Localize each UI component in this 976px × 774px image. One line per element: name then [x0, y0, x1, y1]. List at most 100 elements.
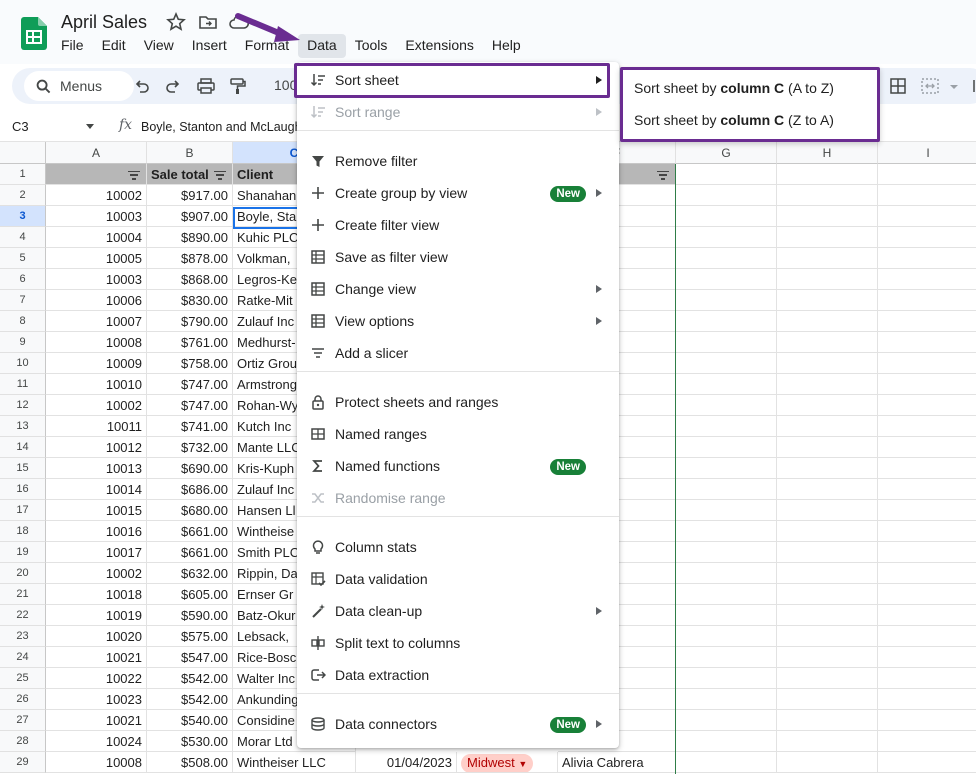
cell-a[interactable]: 10004: [46, 227, 147, 248]
cell-h[interactable]: [777, 668, 878, 689]
cell-i[interactable]: [878, 185, 976, 206]
cell-g[interactable]: [676, 185, 777, 206]
cell-h[interactable]: [777, 185, 878, 206]
cell-b[interactable]: $758.00: [147, 353, 233, 374]
name-box-dropdown-icon[interactable]: [86, 124, 94, 130]
column-header-h[interactable]: H: [777, 142, 878, 164]
cell-b[interactable]: $686.00: [147, 479, 233, 500]
cell-b[interactable]: $741.00: [147, 416, 233, 437]
cell-i[interactable]: [878, 290, 976, 311]
row-header[interactable]: 16: [0, 479, 46, 500]
cell-g[interactable]: [676, 206, 777, 227]
cell-g[interactable]: [676, 542, 777, 563]
cell-b[interactable]: $508.00: [147, 752, 233, 773]
menu-file[interactable]: File: [52, 34, 93, 58]
cell-h[interactable]: [777, 521, 878, 542]
cell-g[interactable]: [676, 668, 777, 689]
menu-item-named-ranges[interactable]: Named ranges: [297, 418, 619, 450]
cell-b[interactable]: $868.00: [147, 269, 233, 290]
print-icon[interactable]: [196, 76, 216, 96]
cell-a[interactable]: 10008: [46, 332, 147, 353]
cell-g[interactable]: [676, 374, 777, 395]
cell-i[interactable]: [878, 311, 976, 332]
cell-h[interactable]: [777, 437, 878, 458]
cell-h[interactable]: [777, 206, 878, 227]
menu-item-save-as-filter-view[interactable]: Save as filter view: [297, 241, 619, 273]
cell-a[interactable]: 10014: [46, 479, 147, 500]
cell-h[interactable]: [777, 374, 878, 395]
row-header[interactable]: 5: [0, 248, 46, 269]
cell-a[interactable]: 10024: [46, 731, 147, 752]
row-header[interactable]: 24: [0, 647, 46, 668]
cell-i[interactable]: [878, 227, 976, 248]
cell-i[interactable]: [878, 752, 976, 773]
cell-h[interactable]: [777, 227, 878, 248]
cell-g[interactable]: [676, 731, 777, 752]
cell-a[interactable]: 10005: [46, 248, 147, 269]
cell-i[interactable]: [878, 521, 976, 542]
cell-i[interactable]: [878, 416, 976, 437]
menu-tools[interactable]: Tools: [346, 34, 397, 58]
cell-a[interactable]: 10002: [46, 563, 147, 584]
row-header[interactable]: 8: [0, 311, 46, 332]
formula-input[interactable]: Boyle, Stanton and McLaughlin: [141, 120, 314, 134]
cell-a[interactable]: 10018: [46, 584, 147, 605]
cell-g[interactable]: [676, 479, 777, 500]
cell-g[interactable]: [676, 752, 777, 773]
row-header[interactable]: 11: [0, 374, 46, 395]
row-header[interactable]: 25: [0, 668, 46, 689]
select-all-corner[interactable]: [0, 142, 46, 164]
cell-a[interactable]: 10021: [46, 710, 147, 731]
star-icon[interactable]: [166, 12, 186, 32]
cell-i[interactable]: [878, 584, 976, 605]
cell-a[interactable]: 10007: [46, 311, 147, 332]
menu-item-sort-sheet[interactable]: Sort sheet: [297, 64, 619, 96]
merge-dropdown-icon[interactable]: [944, 76, 964, 96]
row-header[interactable]: 23: [0, 626, 46, 647]
cell-g[interactable]: [676, 458, 777, 479]
cell-h[interactable]: [777, 710, 878, 731]
filter-funnel-icon[interactable]: [214, 171, 226, 180]
sort-a-to-z-item[interactable]: Sort sheet by column C (A to Z): [623, 74, 877, 104]
row-header[interactable]: 14: [0, 437, 46, 458]
cell-i[interactable]: [878, 563, 976, 584]
cell-h[interactable]: [777, 290, 878, 311]
cell-b[interactable]: $747.00: [147, 374, 233, 395]
column-header-i[interactable]: I: [878, 142, 976, 164]
column-header-a[interactable]: A: [46, 142, 147, 164]
row-header[interactable]: 4: [0, 227, 46, 248]
cell-i[interactable]: [878, 437, 976, 458]
menu-insert[interactable]: Insert: [183, 34, 236, 58]
cell-g[interactable]: [676, 248, 777, 269]
row-header[interactable]: 6: [0, 269, 46, 290]
cell-h[interactable]: [777, 269, 878, 290]
cell-h[interactable]: [777, 626, 878, 647]
filter-funnel-icon[interactable]: [657, 171, 669, 180]
cell-d[interactable]: 01/04/2023: [356, 752, 457, 773]
cell-i[interactable]: [878, 395, 976, 416]
move-to-folder-icon[interactable]: [198, 12, 218, 32]
cell-h[interactable]: [777, 332, 878, 353]
row-header[interactable]: 15: [0, 458, 46, 479]
cell-a[interactable]: 10023: [46, 689, 147, 710]
undo-icon[interactable]: [132, 76, 152, 96]
row-header[interactable]: 9: [0, 332, 46, 353]
cell-h[interactable]: [777, 689, 878, 710]
cell-b[interactable]: $590.00: [147, 605, 233, 626]
row-header[interactable]: 18: [0, 521, 46, 542]
cell-h[interactable]: [777, 542, 878, 563]
row-header[interactable]: 20: [0, 563, 46, 584]
cell-a[interactable]: 10015: [46, 500, 147, 521]
cell-b[interactable]: $542.00: [147, 689, 233, 710]
cell-h[interactable]: [777, 500, 878, 521]
row-header[interactable]: 3: [0, 206, 46, 227]
cell-a[interactable]: 10022: [46, 668, 147, 689]
menu-item-data-connectors[interactable]: Data connectors New: [297, 708, 619, 740]
row-header[interactable]: 2: [0, 185, 46, 206]
row-header[interactable]: 22: [0, 605, 46, 626]
cell-i[interactable]: [878, 458, 976, 479]
cell-g[interactable]: [676, 500, 777, 521]
cell-a[interactable]: 10010: [46, 374, 147, 395]
cell-b[interactable]: $747.00: [147, 395, 233, 416]
cell-i[interactable]: [878, 164, 976, 185]
